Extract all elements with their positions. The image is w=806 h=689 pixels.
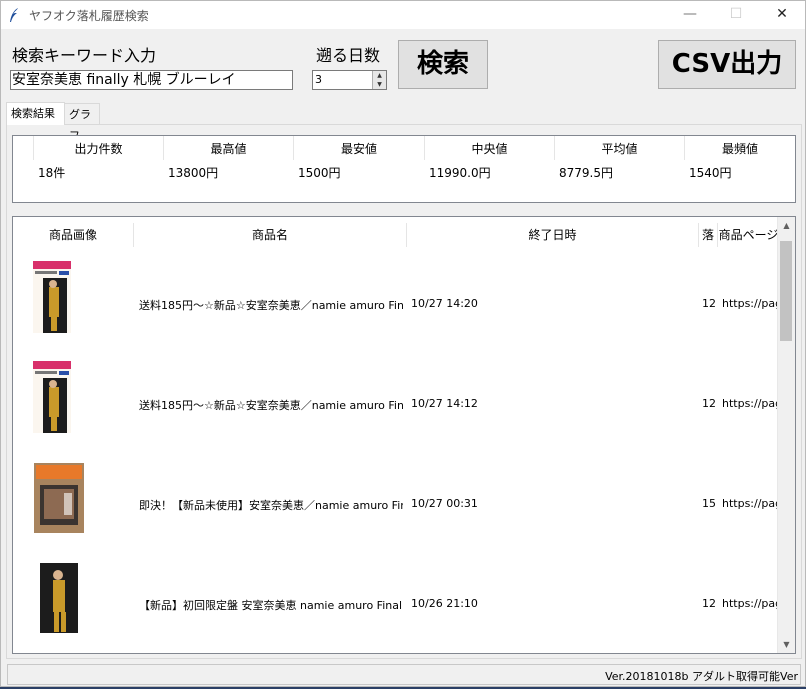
bid-count: 12 <box>702 397 716 410</box>
table-row[interactable]: 即決！【新品未使用】安室奈美恵／namie amuro Final Tour 2… <box>13 461 779 561</box>
feather-icon <box>10 8 18 22</box>
product-name: 即決！【新品未使用】安室奈美恵／namie amuro Final Tour 2… <box>139 499 403 512</box>
keyword-label: 検索キーワード入力 <box>12 46 157 65</box>
status-bar: Ver.20181018b アダルト取得可能Ver <box>7 664 801 685</box>
summary-mean-value: 8779.5円 <box>559 166 613 180</box>
summary-table: 出力件数 最高値 最安値 中央値 平均値 最頻値 18件 13800円 1500… <box>12 135 796 203</box>
summary-median-value: 11990.0円 <box>429 166 491 180</box>
maximize-button[interactable]: ☐ <box>713 1 759 29</box>
close-button[interactable]: ✕ <box>759 1 805 29</box>
column-header-url[interactable]: 商品ページ <box>718 223 779 247</box>
product-url-link[interactable]: https://page.auctions.yahoo.co.jp <box>722 297 778 310</box>
product-url-link[interactable]: https://page.auctions.yahoo.co.jp <box>722 597 778 610</box>
summary-header-min[interactable]: 最安値 <box>294 136 425 160</box>
summary-header-median[interactable]: 中央値 <box>425 136 555 160</box>
summary-header-spacer <box>13 136 34 160</box>
product-thumbnail[interactable] <box>40 563 78 633</box>
keyword-input[interactable]: 安室奈美恵 finally 札幌 ブルーレイ <box>10 70 293 90</box>
results-scrollbar[interactable]: ▲ ▼ <box>777 217 795 653</box>
end-time: 10/27 00:31 <box>411 497 478 510</box>
table-row[interactable]: 送料185円～☆新品☆安室奈美恵／namie amuro Final Tour … <box>13 361 779 461</box>
summary-header-mode[interactable]: 最頻値 <box>685 136 795 160</box>
end-time: 10/27 14:20 <box>411 297 478 310</box>
tab-graph[interactable]: グラフ <box>64 103 100 142</box>
summary-mode-value: 1540円 <box>689 166 732 180</box>
product-thumbnail[interactable] <box>33 261 71 333</box>
summary-header-count[interactable]: 出力件数 <box>34 136 164 160</box>
product-name: 【新品】初回限定盤 安室奈美恵 namie amuro Final Tour 2… <box>139 599 403 612</box>
days-label: 遡る日数 <box>316 46 381 65</box>
column-header-end-time[interactable]: 終了日時 <box>407 223 699 247</box>
end-time: 10/27 14:12 <box>411 397 478 410</box>
app-window: ヤフオク落札履歴検索 — ☐ ✕ 検索キーワード入力 安室奈美恵 finally… <box>0 0 806 687</box>
summary-min-value: 1500円 <box>298 166 341 180</box>
column-header-bids[interactable]: 落 <box>699 223 718 247</box>
spin-down-arrow-icon[interactable]: ▼ <box>372 80 386 89</box>
results-header: 商品画像 商品名 終了日時 落 商品ページ <box>13 223 779 247</box>
product-thumbnail[interactable] <box>33 361 71 433</box>
summary-header: 出力件数 最高値 最安値 中央値 平均値 最頻値 <box>13 136 795 160</box>
title-bar: ヤフオク落札履歴検索 — ☐ ✕ <box>1 1 805 29</box>
minimize-button[interactable]: — <box>667 1 713 29</box>
product-name: 送料185円～☆新品☆安室奈美恵／namie amuro Final Tour … <box>139 299 403 312</box>
summary-header-mean[interactable]: 平均値 <box>555 136 685 160</box>
summary-count-value: 18件 <box>38 166 66 180</box>
tab-search-results[interactable]: 検索結果 <box>6 102 65 125</box>
table-row[interactable]: 【新品】初回限定盤 安室奈美恵 namie amuro Final Tour 2… <box>13 561 779 653</box>
summary-header-max[interactable]: 最高値 <box>164 136 294 160</box>
scrollbar-thumb[interactable] <box>780 241 792 341</box>
summary-max-value: 13800円 <box>168 166 219 180</box>
search-button[interactable]: 検索 <box>398 40 488 89</box>
table-row[interactable]: 送料185円～☆新品☆安室奈美恵／namie amuro Final Tour … <box>13 261 779 361</box>
scroll-down-arrow-icon[interactable]: ▼ <box>778 636 795 653</box>
end-time: 10/26 21:10 <box>411 597 478 610</box>
product-url-link[interactable]: https://page.auctions.yahoo.co.jp <box>722 497 778 510</box>
bid-count: 12 <box>702 597 716 610</box>
version-status-text: Ver.20181018b アダルト取得可能Ver <box>605 670 798 683</box>
product-url-link[interactable]: https://page.auctions.yahoo.co.jp <box>722 397 778 410</box>
column-header-name[interactable]: 商品名 <box>134 223 407 247</box>
product-name: 送料185円～☆新品☆安室奈美恵／namie amuro Final Tour … <box>139 399 403 412</box>
bid-count: 15 <box>702 497 716 510</box>
csv-export-button[interactable]: CSV出力 <box>658 40 796 89</box>
scroll-up-arrow-icon[interactable]: ▲ <box>778 217 795 234</box>
window-title: ヤフオク落札履歴検索 <box>29 9 149 23</box>
days-spinbox[interactable]: 3 ▲ ▼ <box>312 70 387 90</box>
days-value[interactable]: 3 <box>315 73 322 86</box>
product-thumbnail[interactable] <box>34 463 84 533</box>
results-table: 商品画像 商品名 終了日時 落 商品ページ 送料185円～☆新品☆安室奈美恵／n… <box>12 216 796 654</box>
bid-count: 12 <box>702 297 716 310</box>
column-header-image[interactable]: 商品画像 <box>13 223 134 247</box>
